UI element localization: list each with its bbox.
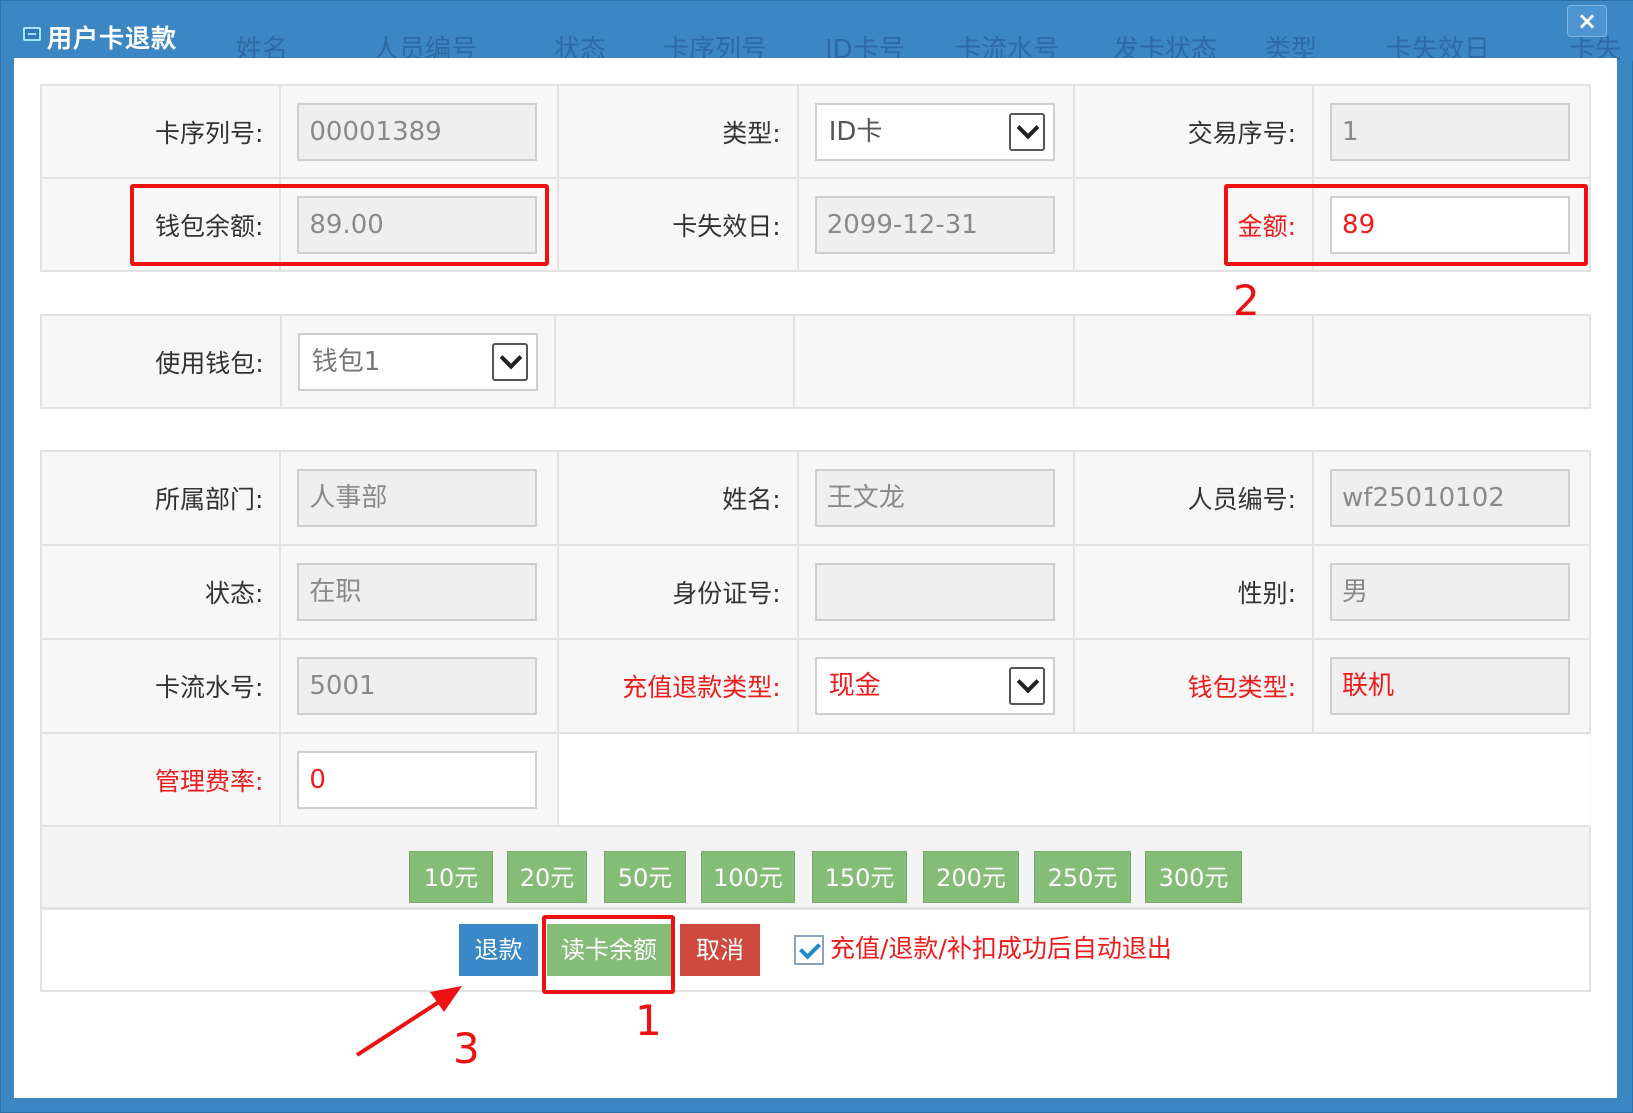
refund-type-value: 现金 [828, 671, 881, 701]
expire-input[interactable]: 2099-12-31 [814, 195, 1055, 254]
person-id-label: 人员编号: [1072, 450, 1315, 546]
amount-10-button[interactable]: 10元 [409, 851, 493, 903]
refund-type-label: 充值退款类型: [557, 638, 799, 734]
amount-highlight-box [1224, 184, 1588, 266]
serial-input[interactable]: 00001389 [297, 102, 538, 161]
cardflow-label: 卡流水号: [39, 638, 282, 734]
window-title: 用户卡退款 [47, 24, 178, 53]
chevron-down-icon[interactable] [491, 342, 528, 381]
close-button[interactable]: × [1567, 5, 1607, 37]
fee-input[interactable]: 0 [297, 751, 538, 809]
wallet-label: 使用钱包: [40, 314, 282, 409]
amount-200-button[interactable]: 200元 [923, 851, 1019, 903]
name-label: 姓名: [557, 450, 799, 546]
amount-20-button[interactable]: 20元 [507, 851, 587, 903]
trade-seq-input[interactable]: 1 [1330, 102, 1571, 161]
serial-label: 卡序列号: [39, 84, 282, 179]
amount-250-button[interactable]: 250元 [1034, 851, 1131, 903]
empty-area [558, 733, 1590, 827]
name-input[interactable]: 王文龙 [814, 469, 1055, 527]
balance-highlight-box [130, 184, 549, 266]
wallet-type-label: 钱包类型: [1072, 638, 1315, 734]
amount-300-button[interactable]: 300元 [1145, 851, 1242, 903]
person-id-input[interactable]: wf25010102 [1330, 469, 1571, 527]
read-balance-highlight-box [542, 915, 675, 994]
gender-label: 性别: [1072, 544, 1315, 640]
chevron-down-icon[interactable] [1008, 667, 1045, 705]
empty-cell [793, 314, 1075, 409]
action-row: 退款 读卡余额 取消 充值/退款/补扣成功后自动退出 [40, 908, 1591, 992]
refund-button[interactable]: 退款 [459, 924, 538, 976]
expire-label: 卡失效日: [557, 177, 799, 272]
amount-100-button[interactable]: 100元 [701, 851, 795, 903]
type-label: 类型: [557, 84, 799, 179]
auto-exit-checkbox[interactable] [794, 935, 824, 965]
wallet-type-input[interactable]: 联机 [1330, 657, 1571, 715]
arrow-shaft [355, 998, 444, 1057]
arrow-head [430, 986, 462, 1012]
cardflow-input[interactable]: 5001 [297, 657, 538, 715]
chevron-down-icon[interactable] [1008, 112, 1045, 151]
fee-label: 管理费率: [39, 732, 282, 828]
person-info-table: 所属部门: 人事部 姓名: 王文龙 人员编号: wf25010102 状态: 在… [39, 450, 1591, 828]
dept-label: 所属部门: [39, 450, 282, 546]
dialog-content: 卡序列号: 00001389 类型: ID卡 交易序号: 1 钱包余额: 89.… [14, 58, 1617, 1098]
gender-input[interactable]: 男 [1330, 563, 1571, 621]
refund-dialog: 姓名 人员编号 状态 卡序列号 ID卡号 卡流水号 发卡状态 类型 卡失效日 卡… [0, 0, 1633, 1113]
window-icon [23, 27, 41, 41]
annotation-arrow [355, 986, 462, 1057]
idcard-label: 身份证号: [557, 544, 799, 640]
wallet-value: 钱包1 [311, 346, 381, 377]
refund-type-select[interactable]: 现金 [814, 657, 1055, 715]
status-input[interactable]: 在职 [297, 563, 538, 621]
status-label: 状态: [39, 544, 282, 640]
quick-amount-row: 10元 20元 50元 100元 150元 200元 250元 300元 [40, 825, 1591, 909]
title-bar[interactable]: 用户卡退款 × [1, 1, 1633, 61]
card-type-value: ID卡 [828, 116, 883, 147]
annotation-number-1: 1 [635, 996, 662, 1045]
wallet-table: 使用钱包: 钱包1 [40, 314, 1591, 409]
empty-cell [1072, 314, 1315, 409]
empty-cell [1312, 314, 1591, 409]
dept-input[interactable]: 人事部 [297, 469, 538, 527]
amount-150-button[interactable]: 150元 [812, 851, 907, 903]
amount-50-button[interactable]: 50元 [604, 851, 686, 903]
cancel-button[interactable]: 取消 [680, 924, 760, 976]
annotation-number-2: 2 [1233, 276, 1260, 325]
auto-exit-label: 充值/退款/补扣成功后自动退出 [830, 934, 1172, 963]
trade-seq-label: 交易序号: [1072, 84, 1315, 179]
wallet-select[interactable]: 钱包1 [297, 332, 538, 391]
idcard-input[interactable] [814, 563, 1055, 621]
card-type-select[interactable]: ID卡 [814, 102, 1055, 161]
empty-cell [553, 314, 796, 409]
